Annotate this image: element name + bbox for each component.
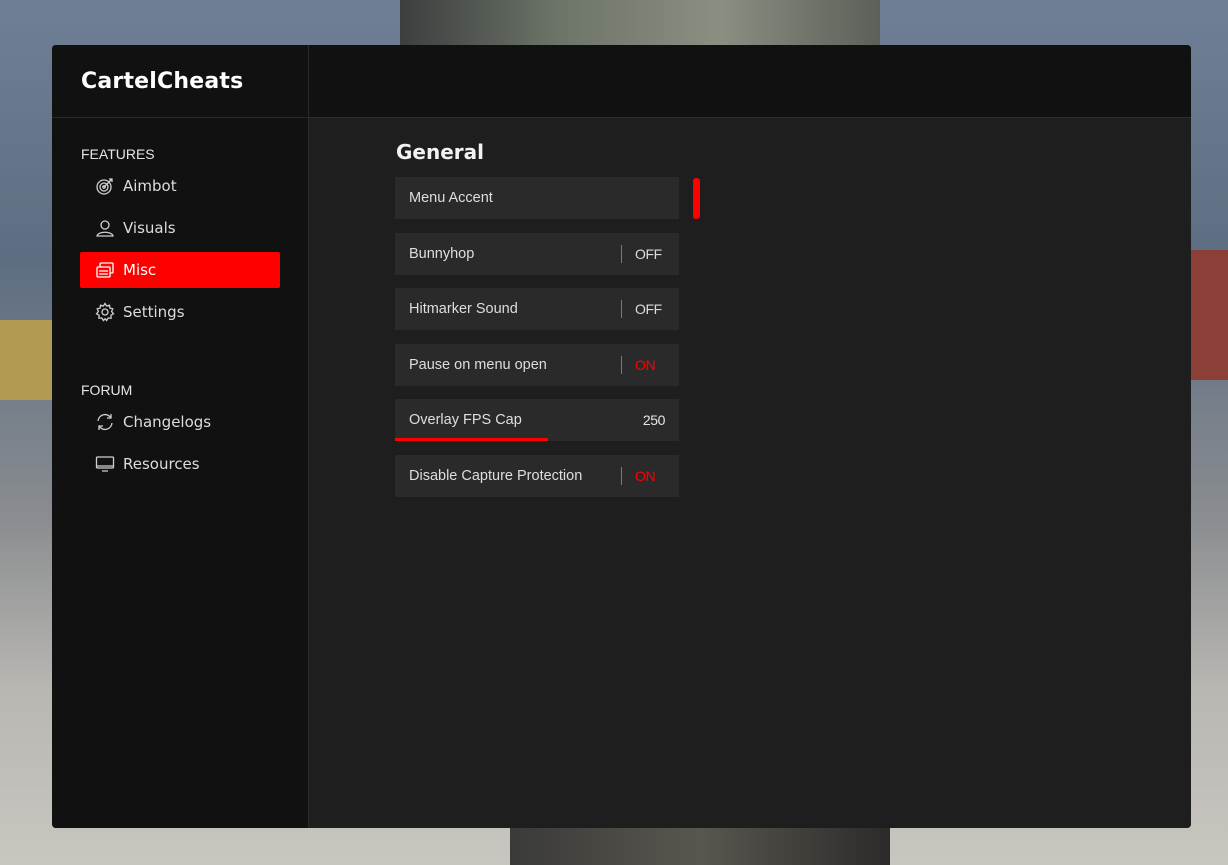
sidebar-item-changelogs[interactable]: Changelogs bbox=[80, 404, 280, 440]
bunnyhop-toggle[interactable]: Bunnyhop OFF bbox=[395, 233, 679, 275]
toggle-state: ON bbox=[635, 357, 656, 373]
divider bbox=[621, 356, 622, 374]
group-title: General bbox=[396, 140, 484, 164]
sidebar-item-visuals[interactable]: Visuals bbox=[80, 210, 280, 246]
option-label: Hitmarker Sound bbox=[409, 301, 518, 317]
section-title-forum: FORUM bbox=[81, 382, 133, 398]
background-figure-bottom bbox=[510, 828, 890, 865]
sidebar-item-misc[interactable]: Misc bbox=[80, 252, 280, 288]
sidebar-item-label: Misc bbox=[123, 261, 157, 279]
target-icon bbox=[94, 175, 116, 197]
refresh-icon bbox=[94, 411, 116, 433]
option-label: Disable Capture Protection bbox=[409, 468, 583, 484]
sidebar-item-settings[interactable]: Settings bbox=[80, 294, 280, 330]
sidebar-item-label: Resources bbox=[123, 455, 200, 473]
divider bbox=[621, 245, 622, 263]
background-crate bbox=[0, 320, 52, 400]
menu-accent-row[interactable]: Menu Accent bbox=[395, 177, 679, 219]
user-icon bbox=[94, 217, 116, 239]
top-bar bbox=[309, 45, 1191, 118]
sidebar-item-label: Settings bbox=[123, 303, 185, 321]
section-title-features: FEATURES bbox=[81, 146, 155, 162]
background-figure-top bbox=[400, 0, 880, 46]
sidebar-item-aimbot[interactable]: Aimbot bbox=[80, 168, 280, 204]
accent-color-swatch[interactable] bbox=[693, 178, 700, 219]
app-title: CartelCheats bbox=[52, 45, 308, 118]
toggle-state: ON bbox=[635, 468, 656, 484]
pause-on-menu-open-toggle[interactable]: Pause on menu open ON bbox=[395, 344, 679, 386]
sidebar: CartelCheats FEATURES Aimbot Visuals Mis… bbox=[52, 45, 309, 828]
overlay-fps-cap-slider[interactable]: Overlay FPS Cap 250 bbox=[395, 399, 679, 441]
option-label: Overlay FPS Cap bbox=[409, 412, 522, 428]
background-container bbox=[1190, 250, 1228, 380]
hitmarker-sound-toggle[interactable]: Hitmarker Sound OFF bbox=[395, 288, 679, 330]
layers-icon bbox=[94, 259, 116, 281]
monitor-icon bbox=[94, 453, 116, 475]
option-label: Bunnyhop bbox=[409, 246, 475, 262]
gear-icon bbox=[94, 301, 116, 323]
sidebar-item-resources[interactable]: Resources bbox=[80, 446, 280, 482]
divider bbox=[621, 300, 622, 318]
toggle-state: OFF bbox=[635, 246, 662, 262]
sidebar-item-label: Aimbot bbox=[123, 177, 177, 195]
main-content: General Menu Accent Bunnyhop OFF Hitmark… bbox=[309, 118, 1191, 828]
sidebar-item-label: Visuals bbox=[123, 219, 176, 237]
divider bbox=[621, 467, 622, 485]
menu-window: CartelCheats FEATURES Aimbot Visuals Mis… bbox=[52, 45, 1191, 828]
slider-fill bbox=[395, 438, 549, 441]
slider-value: 250 bbox=[642, 412, 666, 428]
disable-capture-protection-toggle[interactable]: Disable Capture Protection ON bbox=[395, 455, 679, 497]
toggle-state: OFF bbox=[635, 301, 662, 317]
option-label: Menu Accent bbox=[409, 190, 493, 206]
sidebar-item-label: Changelogs bbox=[123, 413, 212, 431]
option-label: Pause on menu open bbox=[409, 357, 547, 373]
